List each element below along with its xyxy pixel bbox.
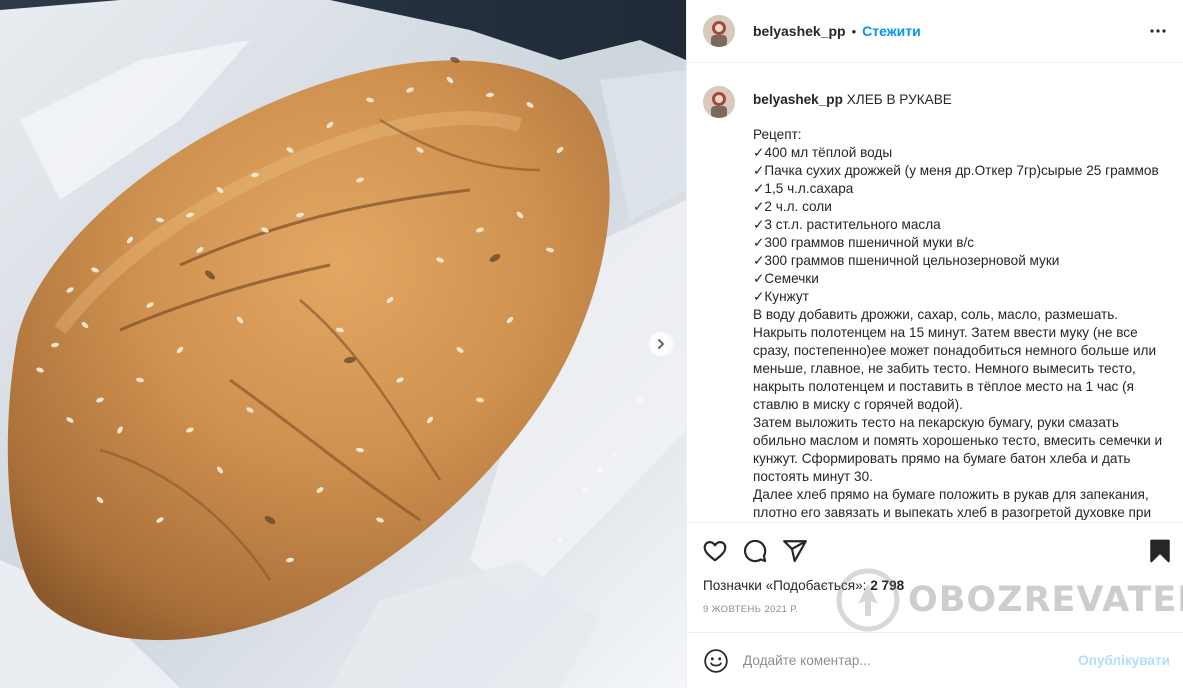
- caption-line: ✓300 граммов пшеничной цельнозерновой му…: [753, 253, 1060, 268]
- heart-icon[interactable]: [702, 538, 728, 564]
- caption-text: belyashek_pp ХЛЕБ В РУКАВЕ Рецепт: ✓400 …: [753, 86, 1177, 522]
- caption-line: ✓3 ст.л. растительного масла: [753, 217, 941, 232]
- caption-heading: belyashek_pp ХЛЕБ В РУКАВЕ: [753, 91, 1177, 109]
- caption-line: сразу, постепенно)ее может понадобиться …: [753, 343, 1157, 358]
- avatar-image: [703, 86, 735, 118]
- caption-title: ХЛЕБ В РУКАВЕ: [846, 92, 952, 107]
- more-horizontal-icon: [1150, 29, 1166, 33]
- bread-photo: [0, 0, 686, 688]
- caption-line: Далее хлеб прямо на бумаге положить в ру…: [753, 487, 1149, 502]
- caption-line: ✓1,5 ч.л.сахара: [753, 181, 854, 196]
- caption-line: В воду добавить дрожжи, сахар, соль, мас…: [753, 307, 1119, 322]
- likes-count[interactable]: Позначки «Подобається»: 2 798: [703, 578, 904, 593]
- chevron-right-icon: [658, 339, 664, 349]
- next-photo-button[interactable]: [649, 332, 673, 356]
- username[interactable]: belyashek_pp: [753, 23, 846, 39]
- caption-line: Рецепт:: [753, 127, 802, 142]
- post-header: belyashek_pp • Стежити: [687, 0, 1183, 63]
- caption-line: ✓400 мл тёплой воды: [753, 145, 893, 160]
- caption-avatar[interactable]: [703, 86, 735, 118]
- caption: belyashek_pp ХЛЕБ В РУКАВЕ Рецепт: ✓400 …: [703, 86, 1183, 522]
- caption-line: Затем выложить тесто на пекарскую бумагу…: [753, 415, 1119, 430]
- action-bar: [687, 522, 1183, 577]
- caption-line: ✓300 граммов пшеничной муки в/с: [753, 235, 975, 250]
- likes-label: Позначки «Подобається»:: [703, 578, 867, 593]
- likes-number: 2 798: [870, 578, 905, 593]
- caption-line: накрыть полотенцем и поставить в тёплое …: [753, 379, 1135, 394]
- comment-bar: Опублікувати: [687, 632, 1183, 688]
- separator-dot: •: [851, 23, 857, 39]
- more-options-button[interactable]: [1149, 22, 1167, 40]
- comment-input[interactable]: [743, 653, 1063, 668]
- post-date: 9 ЖОВТЕНЬ 2021 Р.: [703, 604, 799, 615]
- caption-line: Накрыть полотенцем на 15 минут. Затем вв…: [753, 325, 1138, 340]
- caption-line: ✓Семечки: [753, 271, 819, 286]
- avatar-image: [703, 15, 735, 47]
- instagram-post: belyashek_pp • Стежити belyashek_pp ХЛЕБ…: [0, 0, 1183, 688]
- follow-button[interactable]: Стежити: [862, 23, 921, 39]
- caption-line: обильно маслом и помять хорошенько тесто…: [753, 433, 1163, 448]
- caption-line: постоять минут 30.: [753, 469, 873, 484]
- caption-username[interactable]: belyashek_pp: [753, 92, 843, 107]
- caption-scroll-area[interactable]: belyashek_pp ХЛЕБ В РУКАВЕ Рецепт: ✓400 …: [687, 64, 1183, 522]
- caption-line: ✓Кунжут: [753, 289, 809, 304]
- publish-button[interactable]: Опублікувати: [1078, 653, 1170, 668]
- caption-line: плотно его завязать и выпекать хлеб в ра…: [753, 505, 1152, 520]
- smiley-icon[interactable]: [703, 648, 729, 674]
- caption-line: ✓2 ч.л. соли: [753, 199, 832, 214]
- post-details-panel: belyashek_pp • Стежити belyashek_pp ХЛЕБ…: [686, 0, 1183, 688]
- caption-line: ставлю в миску с горячей водой).: [753, 397, 963, 412]
- post-photo[interactable]: [0, 0, 686, 688]
- comment-icon[interactable]: [742, 538, 768, 564]
- share-icon[interactable]: [782, 538, 808, 564]
- avatar[interactable]: [703, 15, 735, 47]
- caption-line: меньше, главное, не забить тесто. Немног…: [753, 361, 1136, 376]
- caption-line: ✓Пачка сухих дрожжей (у меня др.Откер 7г…: [753, 163, 1159, 178]
- bookmark-icon[interactable]: [1147, 538, 1173, 564]
- caption-line: кунжут. Сформировать прямо на бумаге бат…: [753, 451, 1131, 466]
